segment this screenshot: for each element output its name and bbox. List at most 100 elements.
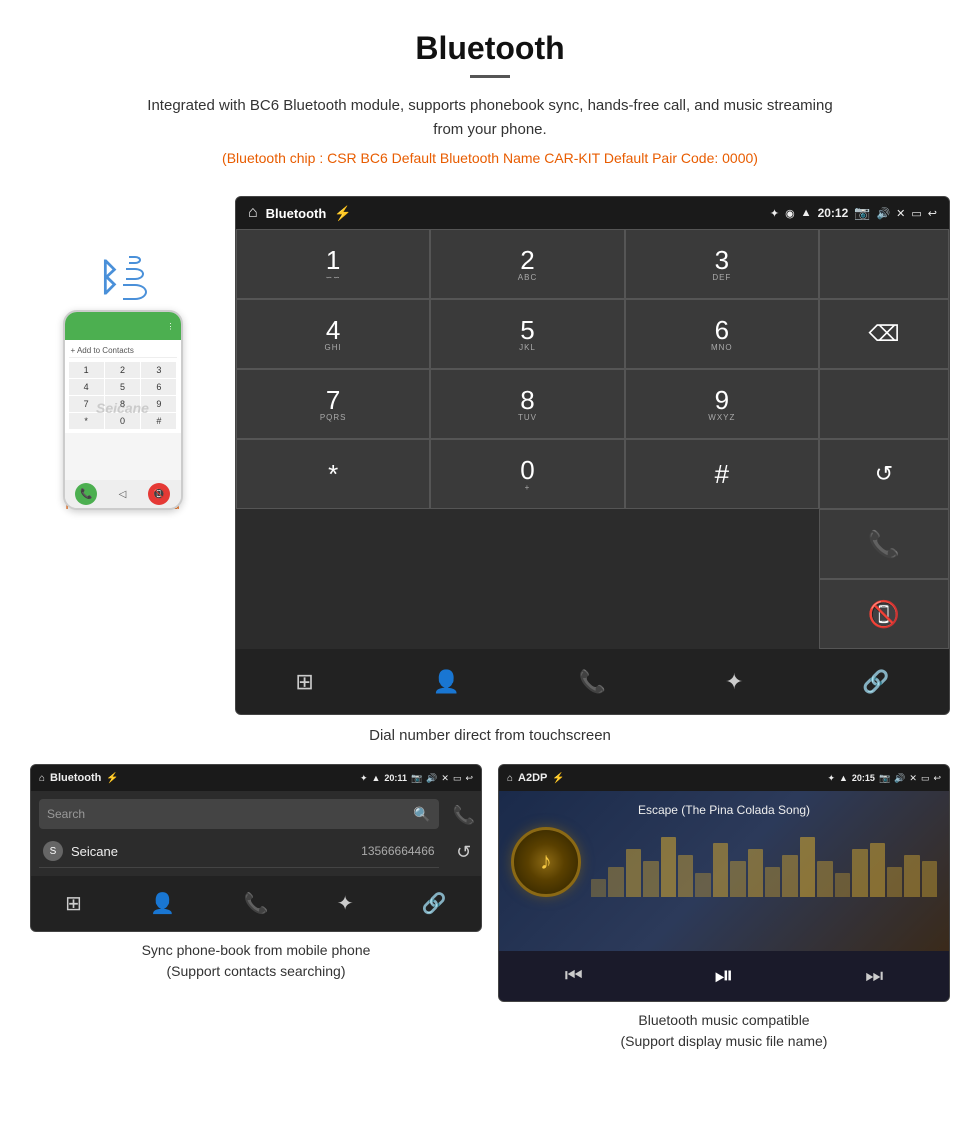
phone-call-button[interactable]: 📞 bbox=[75, 483, 97, 505]
phone-key-5[interactable]: 5 bbox=[105, 379, 140, 395]
phone-key-1[interactable]: 1 bbox=[69, 362, 104, 378]
dialer-call-green[interactable]: 📞 bbox=[819, 509, 949, 579]
dialer-key-4[interactable]: 4GHI bbox=[236, 299, 430, 369]
phone-more-icon: ⋮ bbox=[167, 322, 175, 331]
camera-icon: 📷 bbox=[854, 205, 870, 221]
phone-key-3[interactable]: 3 bbox=[141, 362, 176, 378]
dialer-empty-2 bbox=[819, 369, 949, 439]
music-status-bar: ⌂ A2DP ⚡ ✦ ▲ 20:15 📷 🔊 ✕ ▭ ↩ bbox=[499, 765, 949, 791]
phone-key-4[interactable]: 4 bbox=[69, 379, 104, 395]
dialer-call-red[interactable]: 📵 bbox=[819, 579, 949, 649]
phone-key-star[interactable]: * bbox=[69, 413, 104, 429]
window-icon: ▭ bbox=[911, 207, 921, 220]
dial-caption: Dial number direct from touchscreen bbox=[0, 727, 980, 744]
dialer-key-star[interactable]: * bbox=[236, 439, 430, 509]
bottom-contacts-icon[interactable]: 👤 bbox=[433, 669, 460, 695]
bottom-bluetooth-icon[interactable]: ✦ bbox=[725, 669, 743, 695]
pb-keypad-icon[interactable]: ⊞ bbox=[65, 891, 82, 916]
dialer-row-4: * 0+ # bbox=[236, 439, 819, 509]
dialer-screen: ⌂ Bluetooth ⚡ ✦ ◉ ▲ 20:12 📷 🔊 ✕ ▭ ↩ 1∽ bbox=[235, 196, 950, 715]
dialer-key-9[interactable]: 9WXYZ bbox=[625, 369, 819, 439]
pb-bt-bottom-icon[interactable]: ✦ bbox=[337, 891, 354, 916]
phone-screen-content: + Add to Contacts 1 2 3 4 5 6 7 8 9 * 0 … bbox=[65, 340, 181, 433]
phone-back-button[interactable]: ◁ bbox=[119, 489, 127, 500]
pb-right-refresh-icon[interactable]: ↺ bbox=[456, 842, 471, 863]
next-button[interactable]: ⏭ bbox=[865, 965, 883, 988]
dialer-key-1[interactable]: 1∽∽ bbox=[236, 229, 430, 299]
header-divider bbox=[470, 75, 510, 78]
bottom-screenshots: ⌂ Bluetooth ⚡ ✦ ▲ 20:11 📷 🔊 ✕ ▭ ↩ bbox=[0, 764, 980, 1052]
pb-time: 20:11 bbox=[384, 773, 407, 784]
pb-home-icon[interactable]: ⌂ bbox=[39, 773, 45, 784]
dialer-key-7[interactable]: 7PQRS bbox=[236, 369, 430, 439]
music-home-icon[interactable]: ⌂ bbox=[507, 773, 513, 784]
pb-volume-icon: 🔊 bbox=[426, 773, 437, 784]
play-pause-button[interactable]: ⏯ bbox=[714, 962, 733, 990]
bottom-link-icon[interactable]: 🔗 bbox=[862, 669, 889, 695]
music-status-right: ✦ ▲ 20:15 📷 🔊 ✕ ▭ ↩ bbox=[827, 773, 941, 784]
search-icon[interactable]: 🔍 bbox=[413, 806, 430, 823]
search-placeholder: Search bbox=[47, 807, 85, 821]
usb-icon: ⚡ bbox=[334, 205, 351, 222]
pb-x-icon: ✕ bbox=[441, 773, 449, 784]
phonebook-block: ⌂ Bluetooth ⚡ ✦ ▲ 20:11 📷 🔊 ✕ ▭ ↩ bbox=[30, 764, 482, 1052]
music-signal-icon: ▲ bbox=[839, 773, 848, 784]
volume-icon: 🔊 bbox=[876, 207, 890, 220]
back-icon: ↩ bbox=[928, 207, 937, 220]
pb-status-left: ⌂ Bluetooth ⚡ bbox=[39, 772, 119, 784]
contact-row-seicane[interactable]: S Seicane 13566664466 bbox=[39, 835, 439, 868]
phone-key-7[interactable]: 7 bbox=[69, 396, 104, 412]
music-usb-icon: ⚡ bbox=[552, 773, 564, 784]
bottom-keypad-icon[interactable]: ⊞ bbox=[295, 669, 313, 695]
music-x-icon: ✕ bbox=[909, 773, 917, 784]
phone-key-hash[interactable]: # bbox=[141, 413, 176, 429]
status-left: ⌂ Bluetooth ⚡ bbox=[248, 204, 352, 222]
dialer-empty-1 bbox=[819, 229, 949, 299]
dialer-key-hash[interactable]: # bbox=[625, 439, 819, 509]
dialer-backspace[interactable]: ⌫ bbox=[819, 299, 949, 369]
phonebook-content-area: Search 🔍 S Seicane 13566664466 📞 ↺ bbox=[31, 791, 481, 876]
dialer-key-5[interactable]: 5JKL bbox=[430, 299, 624, 369]
dialer-key-2[interactable]: 2ABC bbox=[430, 229, 624, 299]
page-header: Bluetooth Integrated with BC6 Bluetooth … bbox=[0, 0, 980, 196]
equalizer bbox=[591, 827, 937, 897]
phone-mockup: ⋮ + Add to Contacts 1 2 3 4 5 6 7 8 9 * … bbox=[63, 310, 183, 510]
close-icon: ✕ bbox=[896, 207, 905, 220]
phonebook-screen: ⌂ Bluetooth ⚡ ✦ ▲ 20:11 📷 🔊 ✕ ▭ ↩ bbox=[30, 764, 482, 932]
phone-key-2[interactable]: 2 bbox=[105, 362, 140, 378]
phone-key-8[interactable]: 8 bbox=[105, 396, 140, 412]
phone-key-0[interactable]: 0 bbox=[105, 413, 140, 429]
music-time: 20:15 bbox=[852, 773, 875, 784]
phone-key-6[interactable]: 6 bbox=[141, 379, 176, 395]
dialer-row-3: 7PQRS 8TUV 9WXYZ bbox=[236, 369, 819, 439]
pb-window-icon: ▭ bbox=[453, 773, 462, 784]
pb-phone-icon[interactable]: 📞 bbox=[244, 891, 269, 916]
pb-right-phone-icon[interactable]: 📞 bbox=[453, 805, 475, 826]
bottom-phone-icon[interactable]: 📞 bbox=[579, 669, 606, 695]
dialer-refresh[interactable]: ↺ bbox=[819, 439, 949, 509]
album-art: ♪ bbox=[511, 827, 581, 897]
music-screen: ⌂ A2DP ⚡ ✦ ▲ 20:15 📷 🔊 ✕ ▭ ↩ Escape (The… bbox=[498, 764, 950, 1002]
dialer-row-2: 4GHI 5JKL 6MNO bbox=[236, 299, 819, 369]
status-time: 20:12 bbox=[818, 206, 849, 220]
phone-key-9[interactable]: 9 bbox=[141, 396, 176, 412]
music-caption: Bluetooth music compatible (Support disp… bbox=[621, 1010, 828, 1052]
dialer-key-3[interactable]: 3DEF bbox=[625, 229, 819, 299]
dialer-key-8[interactable]: 8TUV bbox=[430, 369, 624, 439]
music-controls: ⏮ ⏯ ⏭ bbox=[499, 951, 949, 1001]
pb-link-icon[interactable]: 🔗 bbox=[422, 891, 447, 916]
wave-medium bbox=[126, 268, 144, 280]
bluetooth-icon: ᛒ bbox=[98, 257, 121, 300]
prev-button[interactable]: ⏮ bbox=[565, 965, 583, 988]
home-icon[interactable]: ⌂ bbox=[248, 204, 258, 222]
pb-contacts-active-icon[interactable]: 👤 bbox=[150, 891, 175, 916]
phone-end-button[interactable]: 📵 bbox=[148, 483, 170, 505]
search-bar[interactable]: Search 🔍 bbox=[39, 799, 439, 829]
dialer-key-0[interactable]: 0+ bbox=[430, 439, 624, 509]
bt-status-icon: ✦ bbox=[770, 207, 779, 220]
phonebook-body: Search 🔍 S Seicane 13566664466 bbox=[31, 791, 447, 876]
phonebook-bottom-bar: ⊞ 👤 📞 ✦ 🔗 bbox=[31, 876, 481, 931]
music-status-left: ⌂ A2DP ⚡ bbox=[507, 772, 565, 784]
dialer-key-6[interactable]: 6MNO bbox=[625, 299, 819, 369]
dialer-bottom-bar: ⊞ 👤 📞 ✦ 🔗 bbox=[236, 649, 949, 714]
